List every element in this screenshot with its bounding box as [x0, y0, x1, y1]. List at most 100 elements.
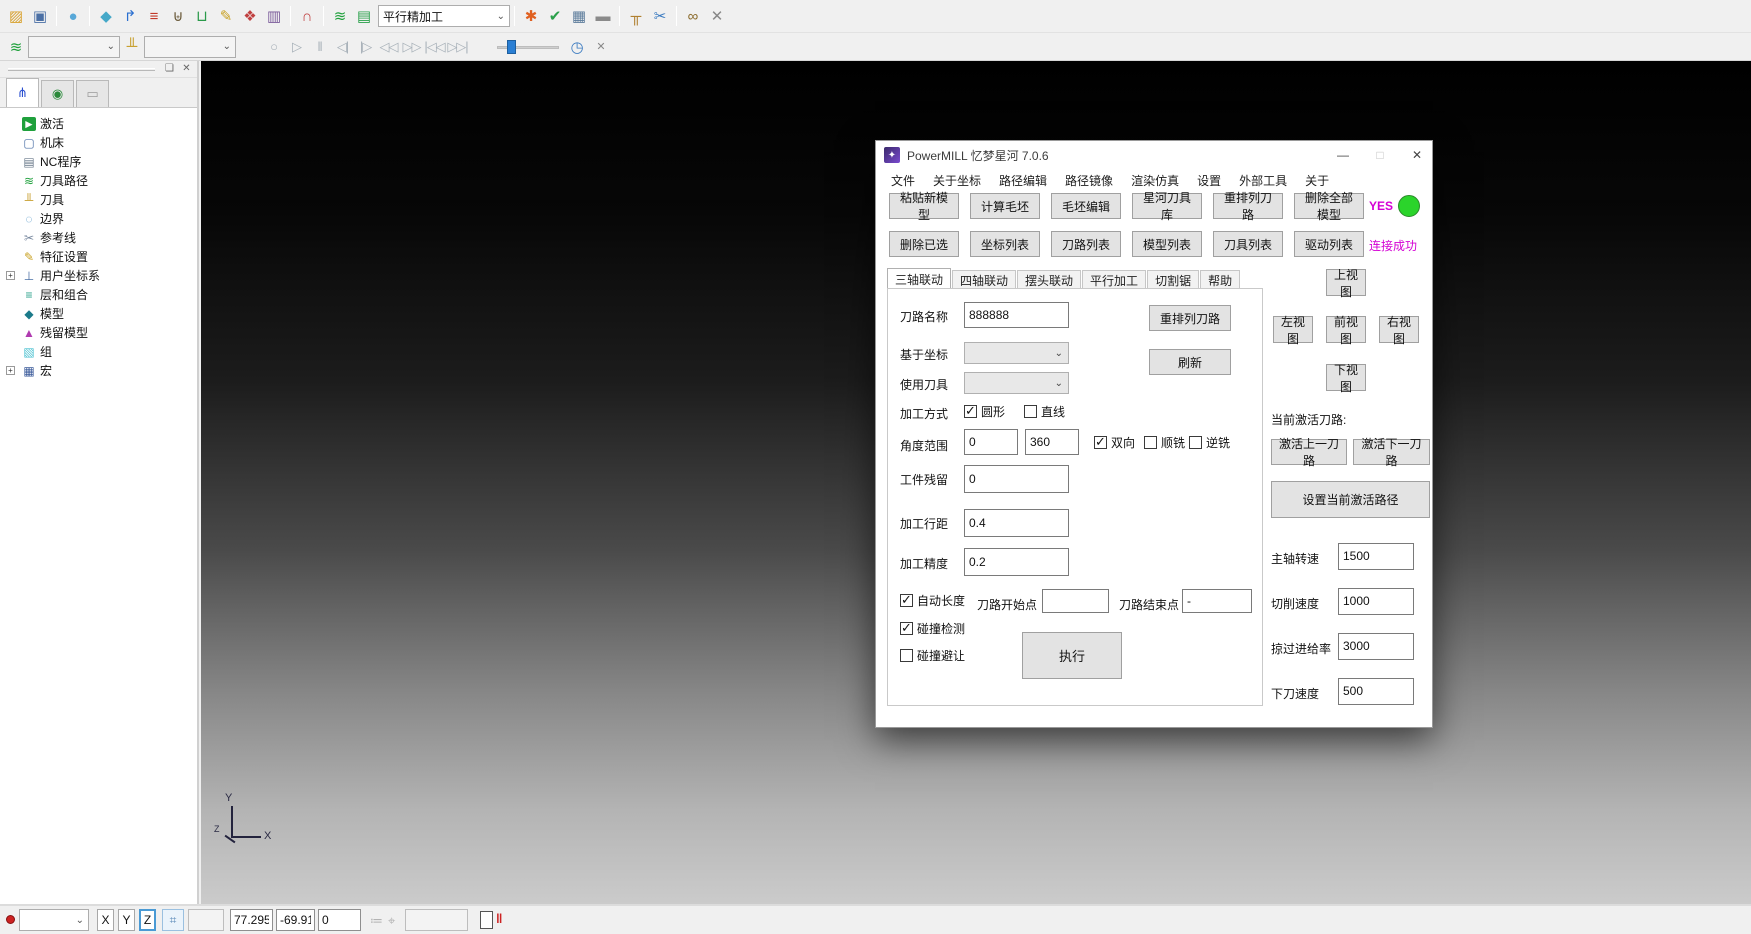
dialog-tab[interactable]: 摆头联动	[1017, 270, 1081, 290]
pattern-points-icon[interactable]: ❖	[238, 4, 262, 28]
explorer-tab-tree[interactable]: ⋔	[6, 78, 39, 107]
scissors-icon[interactable]: ✂	[648, 4, 672, 28]
toolpath-jump-icon[interactable]: ↱	[118, 4, 142, 28]
dialog-action-button[interactable]: 计算毛坯	[970, 193, 1040, 219]
dialog-tab[interactable]: 帮助	[1200, 270, 1240, 290]
view-top-button[interactable]: 上视图	[1326, 269, 1366, 296]
speed-input[interactable]: 1000	[1338, 588, 1414, 615]
tree-item-machine[interactable]: + ▢ 机床	[6, 133, 197, 152]
print-preview-icon[interactable]: ●	[61, 4, 85, 28]
axis-x-button[interactable]: X	[97, 909, 114, 931]
angle-to-input[interactable]	[1025, 429, 1079, 455]
dialog-action-button[interactable]: 刀具列表	[1213, 231, 1283, 257]
dialog-action-button[interactable]: 模型列表	[1132, 231, 1202, 257]
dialog-tab[interactable]: 平行加工	[1082, 270, 1146, 290]
tool-pair-icon[interactable]: ╥	[624, 4, 648, 28]
sim-toolpath-combobox[interactable]: ⌄	[28, 36, 120, 58]
toolpath-end-input[interactable]	[1182, 589, 1252, 613]
view-bottom-button[interactable]: 下视图	[1326, 364, 1366, 391]
fast-forward-icon[interactable]: ▷▷	[401, 36, 422, 57]
toolpath-name-input[interactable]	[964, 302, 1069, 328]
tree-item-toolpath[interactable]: + ≋ 刀具路径	[6, 171, 197, 190]
execute-button[interactable]: 执行	[1022, 632, 1122, 679]
save-icon[interactable]: ▣	[28, 4, 52, 28]
stock-allowance-input[interactable]	[964, 465, 1069, 493]
toolbar-close-icon[interactable]: ✕	[705, 4, 729, 28]
measure-field[interactable]	[405, 909, 468, 931]
dialog-action-button[interactable]: 刀路列表	[1051, 231, 1121, 257]
dialog-action-button[interactable]: 删除全部模型	[1294, 193, 1364, 219]
dialog-tab[interactable]: 三轴联动	[887, 268, 951, 290]
light-icon[interactable]: ○	[263, 36, 284, 57]
slider-handle[interactable]	[507, 40, 516, 54]
view-right-button[interactable]: 右视图	[1379, 316, 1419, 343]
maximize-button[interactable]: □	[1365, 144, 1395, 166]
stock-block-icon[interactable]: ◆	[94, 4, 118, 28]
close-button[interactable]: ✕	[1402, 144, 1432, 166]
tree-item-model[interactable]: + ◆ 模型	[6, 304, 197, 323]
stepover-input[interactable]	[964, 509, 1069, 537]
speed-input[interactable]: 3000	[1338, 633, 1414, 660]
view-left-button[interactable]: 左视图	[1273, 316, 1313, 343]
dialog-tab[interactable]: 切割锯	[1147, 270, 1199, 290]
dialog-action-button[interactable]: 重排列刀路	[1213, 193, 1283, 219]
axis-z-button[interactable]: Z	[139, 909, 156, 931]
climb-mill-checkbox[interactable]	[1144, 436, 1157, 449]
dialog-action-button[interactable]: 星河刀具库	[1132, 193, 1202, 219]
u-slot-tool-icon[interactable]: ⊔	[190, 4, 214, 28]
tree-item-macro[interactable]: + ▦ 宏	[6, 361, 197, 380]
tree-item-feature-set[interactable]: + ✎ 特征设置	[6, 247, 197, 266]
explorer-tab-trash[interactable]: ▭	[76, 80, 109, 107]
dialog-tab[interactable]: 四轴联动	[952, 270, 1016, 290]
pages-icon[interactable]	[480, 911, 493, 929]
axis-y-button[interactable]: Y	[118, 909, 135, 931]
toolpath-spring-icon[interactable]: ≋	[328, 4, 352, 28]
sim-speed-slider[interactable]	[497, 38, 559, 56]
sim-tool-combobox[interactable]: ⌄	[144, 36, 236, 58]
close-panel-icon[interactable]: ✕	[180, 63, 193, 75]
dialog-action-button[interactable]: 粘贴新模型	[889, 193, 959, 219]
pause-icon[interactable]: ‖	[309, 36, 330, 57]
circle-checkbox[interactable]	[964, 405, 977, 418]
strategy-combobox[interactable]: 平行精加工 ⌄	[378, 5, 510, 27]
calculator-icon[interactable]: ▦	[567, 4, 591, 28]
explorer-tab-web[interactable]: ◉	[41, 80, 74, 107]
play-icon[interactable]: ▷	[286, 36, 307, 57]
dialog-action-button[interactable]: 坐标列表	[970, 231, 1040, 257]
tool-star-icon[interactable]: ✱	[519, 4, 543, 28]
expand-icon[interactable]: +	[6, 366, 15, 375]
refresh-button[interactable]: 刷新	[1149, 349, 1231, 375]
tool-verify-icon[interactable]: ✔	[543, 4, 567, 28]
cursor-x-field[interactable]	[230, 909, 273, 931]
dialog-action-button[interactable]: 驱动列表	[1294, 231, 1364, 257]
conventional-mill-checkbox[interactable]	[1189, 436, 1202, 449]
collision-check-checkbox[interactable]	[900, 622, 913, 635]
expand-icon[interactable]: +	[6, 271, 15, 280]
speed-input[interactable]: 1500	[1338, 543, 1414, 570]
drag-grip[interactable]	[8, 68, 155, 71]
angle-from-input[interactable]	[964, 429, 1018, 455]
tree-item-group[interactable]: + ▧ 组	[6, 342, 197, 361]
rewind-icon[interactable]: ◁◁	[378, 36, 399, 57]
draft-pencil-icon[interactable]: ✎	[214, 4, 238, 28]
dialog-titlebar[interactable]: ✦ PowerMILL 忆梦星河 7.0.6 — □ ✕	[876, 141, 1432, 169]
tree-item-pattern[interactable]: + ✂ 参考线	[6, 228, 197, 247]
float-panel-icon[interactable]: ❏	[163, 63, 176, 75]
clock-icon[interactable]: ◷	[565, 35, 589, 59]
draw-color-indicator[interactable]	[6, 915, 15, 924]
search-models-icon[interactable]: ∞	[681, 4, 705, 28]
go-start-icon[interactable]: |◁◁	[424, 36, 445, 57]
sim-toolbar-close-icon[interactable]: ✕	[589, 35, 613, 59]
open-file-icon[interactable]: ▨	[4, 4, 28, 28]
grid-toggle-button[interactable]: ⌗	[162, 909, 184, 931]
strategy-list-icon[interactable]: ▤	[352, 4, 376, 28]
bidirectional-checkbox[interactable]	[1094, 436, 1107, 449]
tree-item-tools[interactable]: + ╨ 刀具	[6, 190, 197, 209]
tree-item-levels[interactable]: + ≡ 层和组合	[6, 285, 197, 304]
collision-avoid-checkbox[interactable]	[900, 649, 913, 662]
tool-holder-icon[interactable]: ▥	[262, 4, 286, 28]
menu-item[interactable]: 路径镜像	[1056, 169, 1122, 192]
minimize-button[interactable]: —	[1328, 144, 1358, 166]
toolpath-start-input[interactable]	[1042, 589, 1109, 613]
step-back-icon[interactable]: ◁|	[332, 36, 353, 57]
